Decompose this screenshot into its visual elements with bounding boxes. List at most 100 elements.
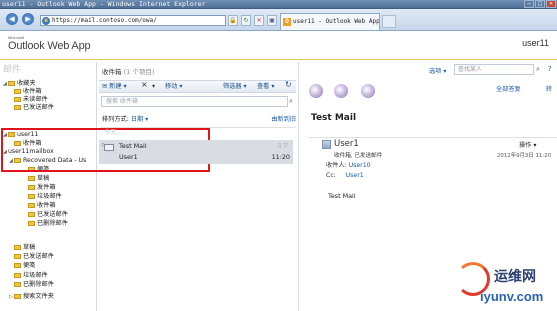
favorite-item-inbox[interactable]: 收件箱 (14, 88, 42, 96)
watermark-url: iyunv.com (480, 289, 544, 304)
search-icon[interactable]: ⌕ (536, 64, 546, 75)
recovered-item[interactable]: 垃圾邮件 (28, 193, 62, 201)
folder-icon (14, 282, 21, 287)
message-body: Test Mail (328, 192, 356, 200)
find-people-input[interactable]: 查找某人 (454, 64, 534, 75)
reply-icon[interactable] (309, 84, 323, 98)
forward-button[interactable]: 转 (546, 84, 552, 93)
owa-tab-icon: O (283, 18, 291, 26)
mail-subject: Test Mail (119, 142, 147, 150)
favorite-item-unread[interactable]: 未读邮件 (14, 96, 48, 104)
recovered-item[interactable]: 发件箱 (28, 184, 56, 192)
reply-all-icon[interactable] (334, 84, 348, 98)
recovered-item[interactable]: 草稿 (28, 175, 49, 183)
folder-icon (14, 89, 21, 94)
lock-icon[interactable]: 🔒 (228, 15, 238, 26)
search-icon[interactable]: ⌕ (289, 96, 297, 107)
reply-all-button[interactable]: 全部答复 (496, 84, 521, 93)
favorites-node[interactable]: ◢ 收藏夹 (3, 80, 36, 88)
delete-dropdown-icon[interactable]: ▾ (152, 83, 155, 91)
nav-section-title: 邮件 (3, 65, 22, 75)
new-tab-button[interactable] (382, 15, 396, 28)
cc-value[interactable]: User1 (346, 172, 364, 179)
folder-icon (28, 221, 35, 226)
header-divider (0, 59, 557, 60)
root-item[interactable]: 草稿 (14, 244, 35, 252)
forward-icon[interactable] (361, 84, 375, 98)
actions-button[interactable]: 操作 ▾ (519, 140, 536, 149)
compat-view-icon[interactable]: ▣ (267, 15, 277, 26)
cc-label: Cc: (326, 172, 336, 179)
folder-icon (8, 81, 15, 86)
view-button[interactable]: 查看 ▾ (257, 83, 274, 91)
group-header: 今天 (101, 127, 296, 136)
filter-button[interactable]: 筛选器 ▾ (223, 83, 247, 91)
folder-icon (28, 176, 35, 181)
message-sender[interactable]: User1 (334, 139, 359, 149)
list-item[interactable]: ▷ Test Mail ▯ ▽ User1 11:20 (99, 140, 293, 164)
sort-row: 排列方式: 日期 ▾ 由新到旧 (102, 114, 297, 123)
message-subject: Test Mail (311, 113, 357, 123)
refresh-icon[interactable]: ↻ (241, 15, 251, 26)
mail-time: 11:20 (271, 153, 290, 161)
sort-order-button[interactable]: 由新到旧 (271, 114, 296, 123)
root-item[interactable]: 便笺 (14, 262, 35, 270)
folder-icon (28, 212, 35, 217)
folder-icon (14, 294, 21, 299)
contact-icon (322, 140, 331, 149)
move-button[interactable]: 移动 ▾ (165, 83, 182, 91)
sort-by-button[interactable]: 日期 ▾ (131, 116, 148, 123)
folder-icon (14, 273, 21, 278)
search-input[interactable]: 搜索 收件箱 (101, 96, 288, 107)
pane-divider (298, 62, 299, 311)
cc-row: Cc: User1 (326, 172, 364, 179)
browser-tab[interactable]: O user11 - Outlook Web App (280, 13, 380, 30)
list-title: 收件箱 (1 个项目) (102, 68, 155, 76)
refresh-icon[interactable]: ↻ (285, 81, 292, 89)
back-button[interactable]: ◀ (6, 13, 18, 25)
minimize-button[interactable]: – (524, 0, 534, 8)
folder-icon (14, 105, 21, 110)
root-item[interactable]: 垃圾邮件 (14, 272, 48, 280)
window-titlebar: user11 - Outlook Web App - Windows Inter… (0, 0, 557, 9)
flag-icon[interactable]: ▯ ▽ (278, 142, 288, 149)
favorite-item-sent[interactable]: 已发送邮件 (14, 104, 54, 112)
root-item[interactable]: 已删除邮件 (14, 281, 54, 289)
message-datetime: 2012年9月3日 11:20 (497, 153, 551, 159)
ie-icon: e (42, 17, 50, 25)
delete-button[interactable]: × (141, 81, 148, 89)
recovered-item[interactable]: 已发送邮件 (28, 211, 68, 219)
address-bar[interactable]: e https://mail.contoso.com/owa/ (40, 15, 226, 26)
folder-icon (14, 263, 21, 268)
maximize-button[interactable]: □ (535, 0, 545, 8)
sort-label: 排列方式: (102, 116, 129, 123)
stop-icon[interactable]: ✕ (254, 15, 264, 26)
new-mail-icon: ✉ (102, 83, 108, 90)
address-url: https://mail.contoso.com/owa/ (52, 17, 157, 24)
folder-icon (28, 194, 35, 199)
browser-toolbar: ◀ ▶ e https://mail.contoso.com/owa/ 🔒 ↻ … (0, 9, 557, 31)
to-row: 收件人: User10 (326, 160, 371, 169)
search-folders[interactable]: ▷ 搜索文件夹 (9, 293, 54, 301)
folder-icon (14, 245, 21, 250)
close-window-button[interactable]: ✕ (546, 0, 556, 8)
list-toolbar: ✉ 新建 ▾ × ▾ 移动 ▾ 筛选器 ▾ 查看 ▾ ↻ (99, 80, 296, 93)
folder-icon (28, 185, 35, 190)
user-name[interactable]: user11 (522, 38, 549, 48)
root-item[interactable]: 已发送邮件 (14, 253, 54, 261)
window-controls: – □ ✕ (524, 0, 556, 8)
message-folders: 收件箱, 已发送邮件 (334, 153, 383, 159)
folder-icon (28, 203, 35, 208)
help-icon[interactable]: ? (548, 64, 556, 75)
new-button[interactable]: ✉ 新建 ▾ (102, 83, 127, 91)
to-value[interactable]: User10 (349, 162, 371, 169)
to-label: 收件人: (326, 162, 347, 169)
pane-divider (96, 62, 97, 311)
watermark-text: 运维网 (494, 268, 536, 284)
recovered-item[interactable]: 已删除邮件 (28, 220, 68, 228)
recovered-item[interactable]: 收件箱 (28, 202, 56, 210)
mail-from: User1 (119, 153, 138, 161)
folder-icon (14, 254, 21, 259)
options-button[interactable]: 选项 ▾ (429, 66, 446, 75)
forward-button[interactable]: ▶ (22, 13, 34, 25)
